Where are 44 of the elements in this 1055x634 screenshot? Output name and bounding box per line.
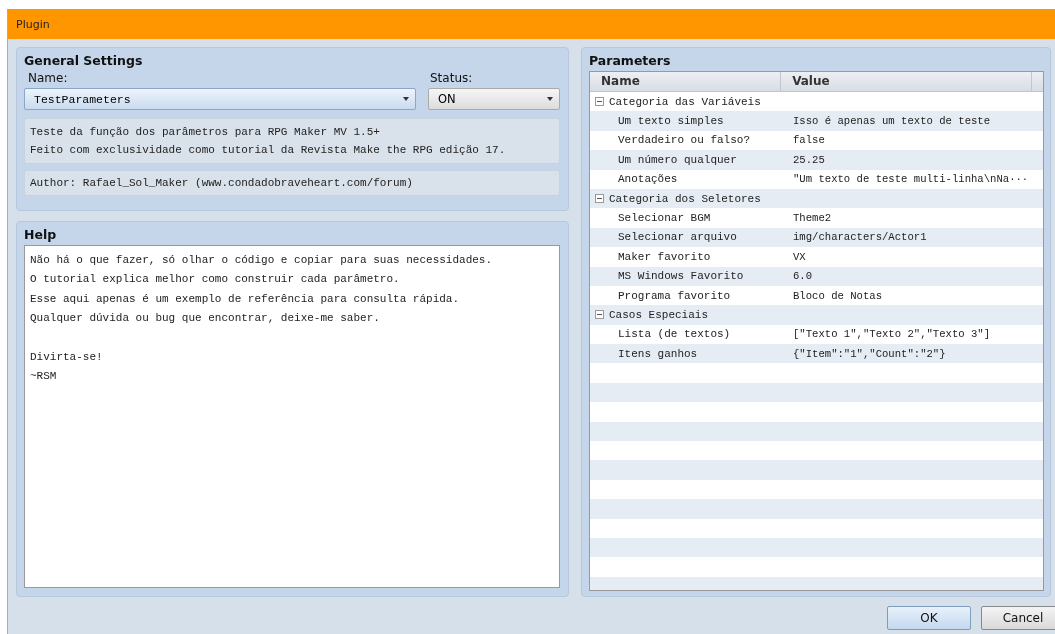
parameter-name[interactable]: Um número qualquer: [590, 153, 793, 166]
parameter-name[interactable]: Anotações: [590, 173, 793, 186]
parameter-name[interactable]: Maker favorito: [590, 250, 793, 263]
parameter-name[interactable]: Selecionar BGM: [590, 212, 793, 225]
parameter-value: "Um texto de teste multi-linha\nNa···: [793, 173, 1029, 186]
parameter-value: VX: [793, 250, 806, 263]
parameter-value: ["Texto 1","Texto 2","Texto 3"]: [793, 328, 991, 341]
parameter-name[interactable]: MS Windows Favorito: [590, 270, 793, 283]
cancel-button[interactable]: Cancel: [981, 606, 1055, 630]
panel-title: Parameters: [589, 52, 672, 70]
parameter-value: false: [793, 134, 825, 147]
parameter-name[interactable]: Lista (de textos): [590, 328, 793, 341]
parameter-value: Theme2: [793, 212, 832, 225]
category-label[interactable]: Categoria das Variáveis: [609, 95, 761, 108]
parameter-name[interactable]: Programa favorito: [590, 289, 793, 302]
field-label: Name:: [28, 71, 69, 87]
panel-title: General Settings: [24, 52, 144, 70]
collapse-icon[interactable]: [595, 194, 604, 204]
parameter-value: 25.25: [793, 153, 825, 166]
parameter-name[interactable]: Verdadeiro ou falso?: [590, 134, 793, 147]
field-label: Status:: [430, 71, 473, 87]
window-title: Plugin: [16, 17, 50, 31]
help-text: Não há o que fazer, só olhar o código e copiar para suas necessidades. O tutorial explica melhor como construir cada parâmetro. Esse aqui apenas é um exemplo de referência para consulta rápida. Qualquer dúvida ou bug que encontrar, deixe-me saber. Divirta-se! ~RSM: [24, 245, 560, 588]
panel-title: Help: [24, 226, 58, 244]
parameter-name[interactable]: Um texto simples: [590, 115, 793, 128]
status-dropdown[interactable]: ON: [428, 88, 560, 110]
name-dropdown[interactable]: TestParameters: [24, 88, 416, 110]
column-header[interactable]: Name: [590, 72, 782, 91]
parameter-value: {"Item":"1","Count":"2"}: [793, 347, 946, 360]
column-header[interactable]: Value: [781, 72, 1032, 91]
description-text: Teste da função dos parâmetros para RPG Maker MV 1.5+ Feito com exclusividade como tutorial da Revista Make the RPG edição 17.: [24, 118, 560, 164]
ok-button[interactable]: OK: [887, 606, 971, 630]
parameter-value: img/characters/Actor1: [793, 231, 927, 244]
category-label[interactable]: Casos Especiais: [609, 309, 709, 321]
author-text: Author: Rafael_Sol_Maker (www.condadobraveheart.com/forum): [24, 170, 560, 196]
caret-icon: [403, 97, 409, 101]
parameter-value: 6.0: [793, 270, 813, 283]
collapse-icon[interactable]: [595, 97, 604, 107]
parameter-value: Bloco de Notas: [793, 289, 882, 302]
caret-icon: [547, 97, 553, 101]
parameter-name[interactable]: Selecionar arquivo: [590, 231, 793, 244]
collapse-icon[interactable]: [595, 310, 604, 320]
parameter-name[interactable]: Itens ganhos: [590, 347, 793, 360]
parameter-value: Isso é apenas um texto de teste: [793, 115, 991, 128]
